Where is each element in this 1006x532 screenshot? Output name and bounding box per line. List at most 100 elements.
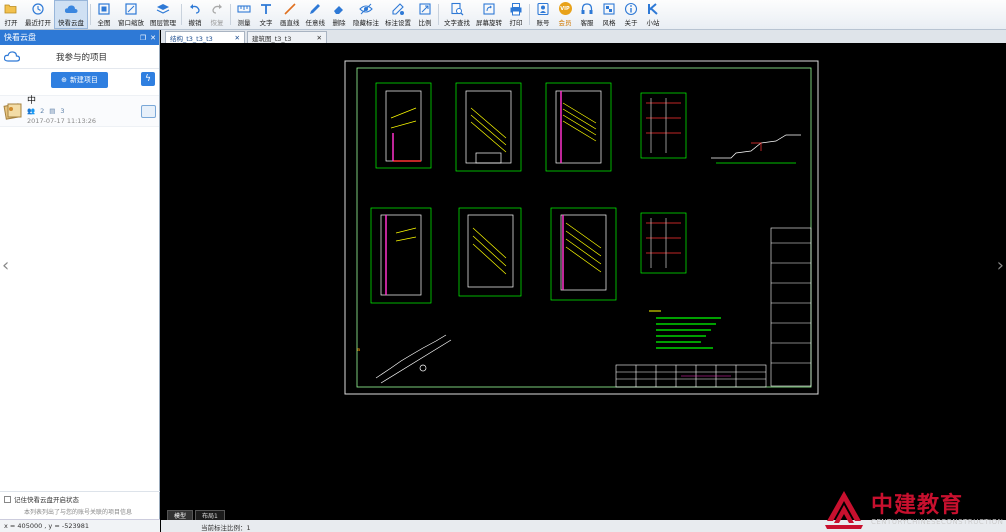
toolbar-button-label: 测量 <box>237 19 251 27</box>
line-icon <box>283 2 297 15</box>
sidebar-tip: 本列表列出了与您的账号关联的项目信息 <box>24 509 133 516</box>
toolbar-button-23[interactable]: 风格 <box>598 0 620 29</box>
toolbar-button-22[interactable]: 客服 <box>576 0 598 29</box>
toolbar-button-4[interactable]: 全图 <box>93 0 115 29</box>
drawing-frame-outer <box>344 60 819 395</box>
toolbar-button-label: 全图 <box>97 19 111 27</box>
toolbar-button-6[interactable]: 图层管理 <box>147 0 179 29</box>
palette-icon <box>602 2 616 15</box>
lightning-icon: ϟ <box>145 74 151 84</box>
project-name: 中 <box>27 96 37 106</box>
toolbar-button-9[interactable]: 测量 <box>233 0 255 29</box>
stair-plan-2 <box>455 82 522 172</box>
toolbar-button-7[interactable]: 撤销 <box>184 0 206 29</box>
remember-checkbox[interactable] <box>4 495 11 503</box>
cloud-sidebar: 快看云盘 ❐ ✕ 我参与的项目 ⊕ 新建项目 ϟ 中 👥 2 ▤ 3 2017-… <box>0 30 160 532</box>
toolbar-separator <box>90 4 91 25</box>
toolbar-button-1[interactable]: 打开 <box>0 0 22 29</box>
ruler-icon <box>237 2 251 15</box>
new-project-label: 新建项目 <box>69 76 98 84</box>
project-members: 2 <box>40 107 45 115</box>
toolbar-button-16[interactable]: 比例 <box>414 0 436 29</box>
headset-icon <box>580 2 594 15</box>
schedule-table <box>615 364 767 388</box>
toolbar-button-label: 屏幕旋转 <box>476 19 502 27</box>
toolbar-button-19[interactable]: 打印 <box>505 0 527 29</box>
sync-button[interactable]: ϟ <box>141 72 155 86</box>
tab-architecture[interactable]: 建筑图_t3_t3 ✕ <box>247 31 327 43</box>
tab-label: 建筑图_t3_t3 <box>252 34 292 43</box>
stair-section-top <box>640 92 687 159</box>
toolbar-button-label: 会员 <box>558 19 572 27</box>
toolbar-button-21[interactable]: VIP 会员 <box>554 0 576 29</box>
toolbar-separator <box>181 4 182 25</box>
toolbar-button-17[interactable]: 文字查找 <box>441 0 473 29</box>
tab-structure[interactable]: 结构_t3_t3_t3 ✕ <box>165 31 245 43</box>
project-item[interactable]: 中 👥 2 ▤ 3 2017-07-17 11:13:26 <box>0 95 159 127</box>
toolbar-button-label: 隐藏标注 <box>353 19 379 27</box>
project-thumbnail-icon <box>3 103 22 120</box>
toolbar-button-18[interactable]: 屏幕旋转 <box>473 0 505 29</box>
vip-icon: VIP <box>558 2 572 15</box>
toolbar-button-24[interactable]: 关于 <box>620 0 642 29</box>
toolbar-button-label: 风格 <box>602 19 616 27</box>
eye-icon <box>359 2 373 15</box>
stair-detail: a <box>357 334 452 384</box>
window-zoom-icon <box>124 2 138 15</box>
layout-tab-model[interactable]: 模型 <box>167 510 194 520</box>
folder-open-icon <box>4 2 18 15</box>
vip-badge: VIP <box>558 2 572 15</box>
sidebar-header-title: 快看云盘 <box>4 33 36 42</box>
drawing-canvas[interactable]: a <box>161 43 1006 508</box>
project-files: 3 <box>60 107 65 115</box>
k-logo-icon <box>646 2 660 15</box>
toolbar-button-3[interactable]: 快看云盘 <box>54 0 88 29</box>
open-folder-icon[interactable] <box>141 104 156 118</box>
sidebar-restore-icon[interactable]: ❐ <box>140 34 146 42</box>
stair-plan-6 <box>550 207 617 301</box>
toolbar-button-label: 恢复 <box>210 19 224 27</box>
chevron-right-icon[interactable]: › <box>997 255 1004 276</box>
cad-drawing[interactable]: a <box>161 43 1006 508</box>
stair-plan-3 <box>545 82 612 172</box>
sidebar-close-icon[interactable]: ✕ <box>150 34 156 42</box>
toolbar-button-5[interactable]: 窗口缩放 <box>115 0 147 29</box>
user-icon <box>536 2 550 15</box>
document-tabs: 结构_t3_t3_t3 ✕ 建筑图_t3_t3 ✕ <box>161 30 1006 43</box>
toolbar-button-label: 文字查找 <box>444 19 470 27</box>
stair-plan-4 <box>370 207 432 304</box>
toolbar-button-10[interactable]: 文字 <box>255 0 277 29</box>
toolbar-button-label: 打印 <box>509 19 523 27</box>
fullscreen-icon <box>97 2 111 15</box>
chevron-left-icon[interactable]: ‹ <box>2 255 9 276</box>
scale-icon <box>418 2 432 15</box>
text-icon <box>259 2 273 15</box>
logo-chinese-text: 中建教育 <box>871 493 964 518</box>
toolbar-button-2[interactable]: 最近打开 <box>22 0 54 29</box>
toolbar-button-label: 最近打开 <box>25 19 51 27</box>
new-project-button[interactable]: ⊕ 新建项目 <box>51 72 108 88</box>
annotation-settings-icon <box>391 2 405 15</box>
title-block <box>770 227 812 387</box>
cloud-icon <box>4 51 20 62</box>
toolbar-button-20[interactable]: 账号 <box>532 0 554 29</box>
toolbar-button-label: 文字 <box>259 19 273 27</box>
toolbar-button-11[interactable]: 画直线 <box>277 0 303 29</box>
layout-tab-layout1[interactable]: 布局1 <box>195 510 225 520</box>
remember-option[interactable]: 记住快看云盘开启状态 <box>4 494 156 504</box>
toolbar: 打开 最近打开 快看云盘 全图 窗口缩放 图层管理 撤销 恢复 测量 文字 画直线 任意线 删除 隐藏标注… <box>0 0 1006 30</box>
toolbar-button-8: 恢复 <box>206 0 228 29</box>
cloud-icon <box>64 2 78 15</box>
toolbar-button-label: 关于 <box>624 19 638 27</box>
brand-logo: 中建教育 CENTURYCHINESECONSTRUCTION <box>821 488 1006 532</box>
toolbar-button-15[interactable]: 标注设置 <box>382 0 414 29</box>
files-icon: ▤ <box>49 107 56 115</box>
close-icon[interactable]: ✕ <box>317 34 322 42</box>
toolbar-button-14[interactable]: 隐藏标注 <box>350 0 382 29</box>
toolbar-button-label: 标注设置 <box>385 19 411 27</box>
stair-section-bottom <box>640 212 687 274</box>
toolbar-button-13[interactable]: 删除 <box>328 0 350 29</box>
toolbar-button-25[interactable]: 小站 <box>642 0 664 29</box>
toolbar-button-12[interactable]: 任意线 <box>303 0 329 29</box>
close-icon[interactable]: ✕ <box>235 34 240 42</box>
